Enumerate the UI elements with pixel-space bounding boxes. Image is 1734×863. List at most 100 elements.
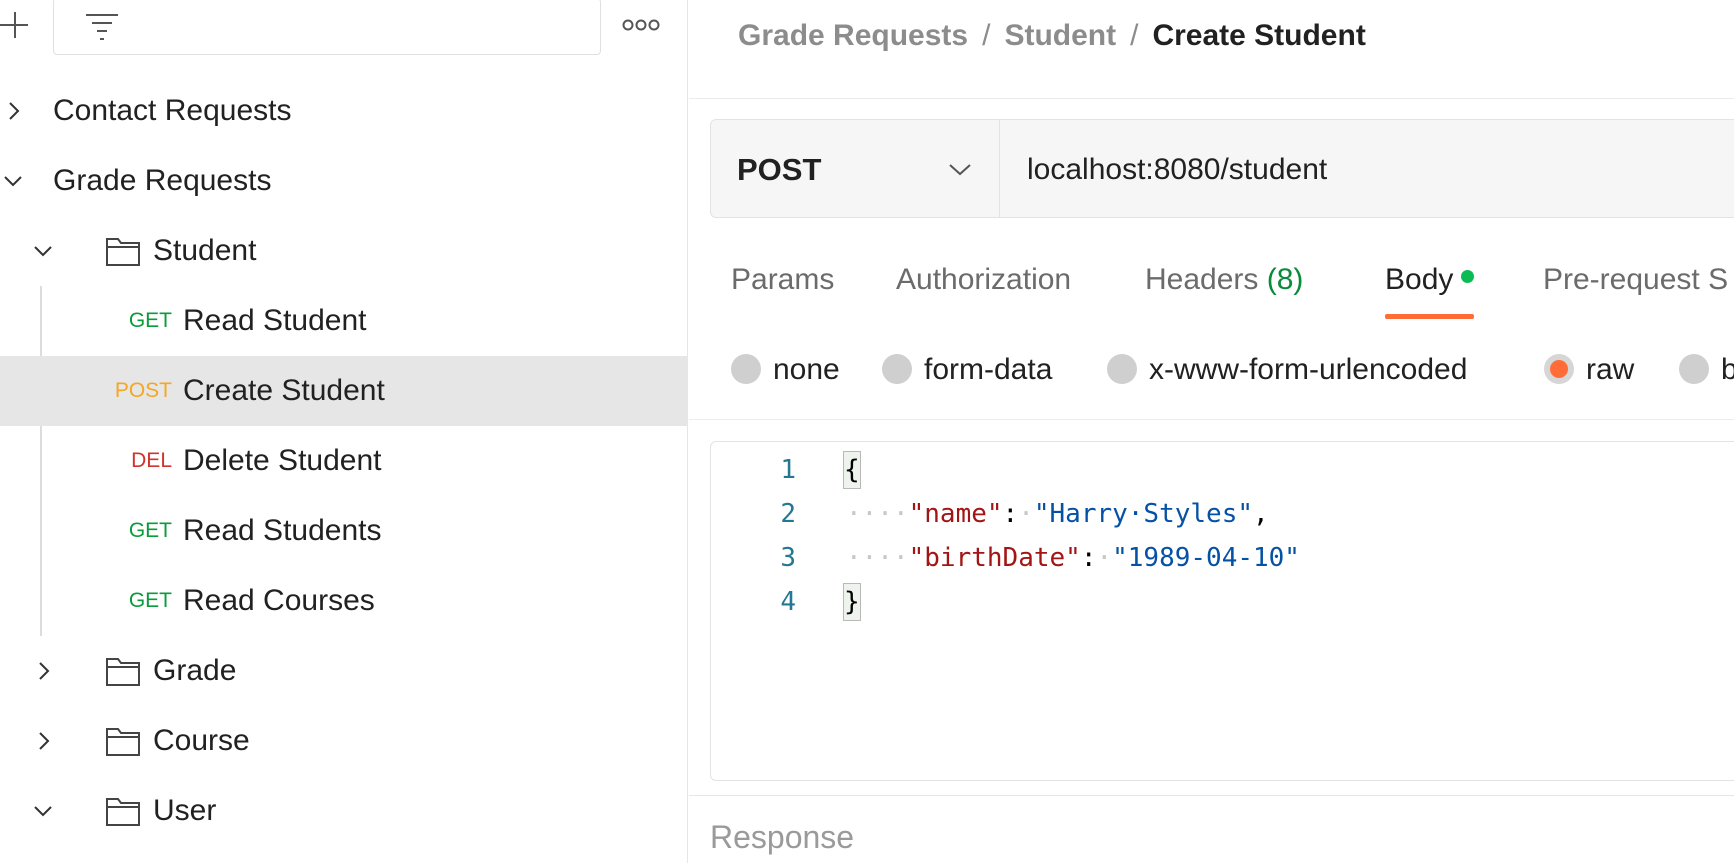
response-label: Response [710, 819, 855, 855]
tree-item-read-students[interactable]: GET Read Students [0, 496, 688, 566]
code-line: 2 ····"name":·"Harry·Styles", [711, 492, 1734, 536]
chevron-right-icon[interactable] [33, 730, 55, 752]
method-badge: GET [128, 589, 172, 612]
breadcrumb-folder[interactable]: Student [1004, 19, 1116, 52]
tree-item-contact-requests[interactable]: Contact Requests [0, 76, 688, 146]
tree-item-create-student[interactable]: POST Create Student [0, 356, 688, 426]
tree-item-label: Student [153, 234, 257, 267]
line-number: 1 [780, 455, 796, 485]
method-badge: GET [128, 309, 172, 332]
json-value: "Harry·Styles" [1033, 499, 1254, 529]
tab-body-label: Body [1385, 263, 1454, 296]
tree-item-label: Read Students [183, 514, 382, 547]
line-number: 4 [780, 587, 796, 617]
radio-button[interactable] [1679, 354, 1709, 384]
request-tabs: Params Authorization Headers (8) Body Pr… [689, 250, 1734, 320]
tree-item-label: Course [153, 724, 250, 757]
radio-label: form-data [924, 353, 1053, 386]
more-icon[interactable] [622, 16, 660, 34]
tree-item-label: Read Student [183, 304, 367, 337]
tree-item-user-folder[interactable]: User [0, 776, 688, 846]
tab-params[interactable]: Params [731, 250, 834, 310]
method-badge: GET [128, 519, 172, 542]
json-key: "birthDate" [908, 543, 1081, 573]
code-text: } [843, 580, 861, 624]
active-tab-underline [1385, 314, 1475, 319]
tree-item-read-courses[interactable]: GET Read Courses [0, 566, 688, 636]
tab-headers[interactable]: Headers (8) [1145, 250, 1303, 310]
folder-icon [106, 728, 140, 756]
code-text: ····"birthDate":·"1989-04-10" [846, 543, 1300, 573]
body-type-radios: none form-data x-www-form-urlencoded raw… [689, 345, 1734, 395]
divider [689, 795, 1734, 796]
tree-item-grade-requests[interactable]: Grade Requests [0, 146, 688, 216]
radio-button[interactable] [882, 354, 912, 384]
tab-authorization[interactable]: Authorization [896, 250, 1071, 310]
chevron-down-icon[interactable] [2, 170, 24, 192]
chevron-down-icon[interactable] [32, 800, 54, 822]
tree-item-delete-student[interactable]: DEL Delete Student [0, 426, 688, 496]
radio-label: b [1721, 353, 1734, 386]
url-input[interactable] [1001, 120, 1734, 217]
radio-button-checked[interactable] [1544, 354, 1574, 384]
json-key: "name" [908, 499, 1003, 529]
sidebar-toolbar [0, 0, 688, 66]
request-editor: Grade Requests / Student / Create Student PO… [689, 0, 1734, 863]
folder-icon [106, 798, 140, 826]
folder-icon [106, 238, 140, 266]
tree-item-label: Create Student [183, 374, 385, 407]
open-brace: { [843, 451, 861, 489]
close-brace: } [843, 583, 861, 621]
divider [689, 98, 1734, 99]
method-badge: POST [114, 379, 172, 402]
folder-icon [106, 658, 140, 686]
tree-item-label: User [153, 794, 217, 827]
tab-headers-label: Headers [1145, 263, 1259, 296]
code-text: { [843, 448, 861, 492]
tree-item-label: Contact Requests [53, 94, 292, 127]
code-editor[interactable]: 1 { 2 ····"name":·"Harry·Styles", 3 ····… [710, 441, 1734, 781]
divider [689, 419, 1734, 420]
breadcrumb: Grade Requests / Student / Create Student [738, 14, 1366, 58]
code-text: ····"name":·"Harry·Styles", [846, 499, 1269, 529]
breadcrumb-collection[interactable]: Grade Requests [738, 19, 968, 52]
filter-icon [86, 14, 118, 40]
plus-icon[interactable] [0, 10, 30, 40]
tab-body[interactable]: Body [1385, 250, 1475, 319]
request-url-bar: POST [710, 119, 1734, 218]
tree-item-label: Grade [153, 654, 237, 687]
code-line: 3 ····"birthDate":·"1989-04-10" [711, 536, 1734, 580]
method-value: POST [737, 152, 822, 187]
radio-button[interactable] [731, 354, 761, 384]
breadcrumb-current[interactable]: Create Student [1152, 19, 1365, 52]
chevron-right-icon[interactable] [3, 100, 25, 122]
sidebar: Contact Requests Grade Requests Student … [0, 0, 688, 863]
line-number: 2 [780, 499, 796, 529]
method-select[interactable]: POST [711, 120, 1000, 217]
breadcrumb-separator: / [982, 19, 991, 52]
tree-item-read-student[interactable]: GET Read Student [0, 286, 688, 356]
radio-label: x-www-form-urlencoded [1149, 353, 1468, 386]
tree-item-grade-folder[interactable]: Grade [0, 636, 688, 706]
filter-input[interactable] [53, 0, 601, 55]
json-value: "1989-04-10" [1112, 543, 1300, 573]
tree-item-student-folder[interactable]: Student [0, 216, 688, 286]
method-badge: DEL [131, 449, 172, 472]
chevron-down-icon [949, 164, 971, 176]
line-number: 3 [780, 543, 796, 573]
tree-item-label: Read Courses [183, 584, 375, 617]
breadcrumb-separator: / [1130, 19, 1139, 52]
radio-button[interactable] [1107, 354, 1137, 384]
body-indicator-dot [1461, 270, 1475, 283]
chevron-right-icon[interactable] [33, 660, 55, 682]
headers-count-badge: (8) [1266, 263, 1304, 296]
radio-label: none [773, 353, 840, 386]
tree-item-label: Grade Requests [53, 164, 272, 197]
code-line: 4 } [711, 580, 1734, 624]
chevron-down-icon[interactable] [32, 240, 54, 262]
tree-item-label: Delete Student [183, 444, 382, 477]
tree-item-course-folder[interactable]: Course [0, 706, 688, 776]
tab-pre-request-script[interactable]: Pre-request S [1543, 250, 1728, 310]
code-line: 1 { [711, 448, 1734, 492]
radio-label: raw [1586, 353, 1635, 386]
